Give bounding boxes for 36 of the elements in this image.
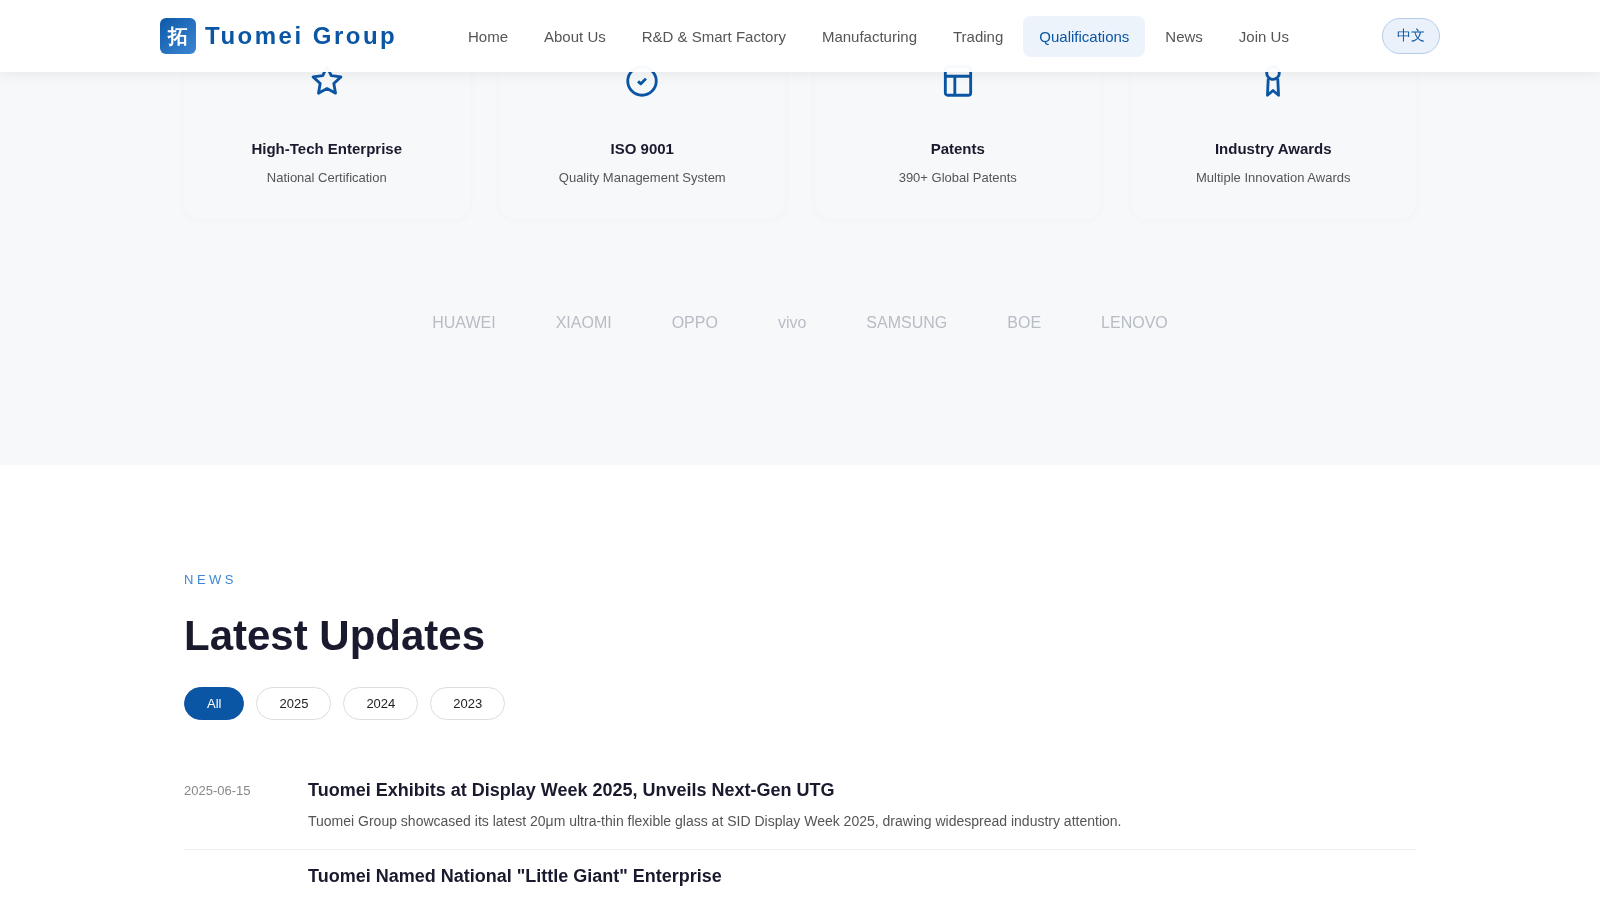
nav-link[interactable]: Qualifications [1023, 15, 1146, 57]
card-subtitle: National Certification [266, 170, 387, 185]
partner-name: LENOVO [1101, 314, 1168, 332]
section-eyebrow: NEWS [184, 572, 238, 587]
filter-chip[interactable]: 2023 [430, 687, 506, 721]
nav-link[interactable]: Trading [937, 15, 1020, 57]
partner-name: SAMSUNG [866, 314, 948, 332]
nav-link[interactable]: News [1149, 15, 1219, 57]
language-button[interactable]: 中文 [1382, 18, 1440, 54]
partner-name: XIAOMI [555, 314, 612, 332]
filter-chip[interactable]: All [184, 687, 245, 721]
card-title: Industry Awards [1214, 140, 1332, 157]
nav-link[interactable]: Manufacturing [805, 15, 933, 57]
nav-link[interactable]: About Us [528, 15, 622, 57]
news-date: 2025-06-15 [184, 783, 251, 799]
brand-name[interactable]: Tuomei Group [205, 22, 398, 50]
partner-name: HUAWEI [432, 314, 496, 332]
nav-link[interactable]: Home [452, 15, 524, 57]
card-subtitle: Multiple Innovation Awards [1196, 170, 1351, 185]
section-heading: Latest Updates [184, 613, 487, 660]
partner-name: OPPO [671, 314, 718, 332]
news-title[interactable]: Tuomei Named National "Little Giant" Enterprise [308, 866, 722, 888]
nav-link[interactable]: R&D & Smart Factory [625, 15, 802, 57]
card-title: Patents [930, 140, 985, 157]
logo-mark[interactable]: 拓 [160, 18, 196, 54]
news-title[interactable]: Tuomei Exhibits at Display Week 2025, Unveils Next-Gen UTG [308, 780, 1122, 802]
partner-name: BOE [1007, 314, 1042, 332]
partner-name: vivo [777, 314, 807, 332]
card-title: ISO 9001 [610, 140, 674, 157]
filter-chip[interactable]: 2024 [343, 687, 419, 721]
filter-chip[interactable]: 2025 [256, 687, 332, 721]
card-subtitle: Quality Management System [558, 170, 726, 185]
card-subtitle: 390+ Global Patents [898, 170, 1017, 185]
nav-link[interactable]: Join Us [1222, 15, 1305, 57]
card-title: High-Tech Enterprise [251, 140, 403, 157]
news-summary: Tuomei Group showcased its latest 20μm ultra-thin flexible glass at SID Display Week 2025, drawing widespread industry attention. [308, 813, 1122, 830]
